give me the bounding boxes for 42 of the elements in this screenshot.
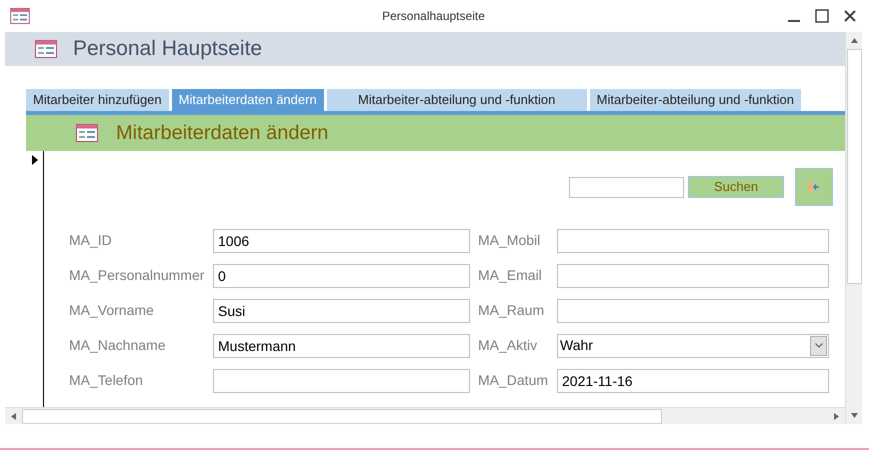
text-field[interactable]: 1006 [213,228,470,252]
text-field[interactable]: 0 [213,264,470,288]
header-title: Personal Hauptseite [73,36,262,62]
form-icon [76,124,98,142]
section-title: Mitarbeiterdaten ändern [116,121,328,146]
vertical-scrollbar[interactable] [845,32,862,424]
text-field[interactable] [557,264,829,288]
maximize-icon[interactable] [815,9,829,23]
chevron-down-icon [814,343,822,348]
text-field[interactable] [557,228,829,252]
dropdown-button[interactable] [810,336,827,356]
tab[interactable]: Mitarbeiter-abteilung und -funktion [590,89,801,111]
search-field[interactable] [569,176,684,198]
tab[interactable]: Mitarbeiter-abteilung und -funktion [326,89,587,111]
field-label: MA_Mobil [478,231,542,250]
text-field[interactable] [213,368,470,392]
field-label: MA_Vorname [69,301,155,320]
form-icon [10,8,30,24]
field-label: MA_Aktiv [478,336,538,355]
text-field[interactable] [557,298,829,322]
arrow-down-icon[interactable] [850,413,858,418]
field-label: MA_Datum [478,371,550,390]
text-field[interactable]: Mustermann [213,334,470,358]
text-field[interactable]: Susi [213,298,470,322]
dropdown-field[interactable]: Wahr [557,334,829,358]
door-arrow-icon [808,182,820,192]
arrow-right-icon[interactable] [834,412,839,420]
horizontal-scrollbar[interactable] [5,407,845,424]
close-icon[interactable] [843,9,857,23]
window-title: Personalhauptseite [382,8,485,25]
field-label: MA_Telefon [69,371,144,390]
arrow-left-icon[interactable] [11,412,16,420]
record-selector-icon [32,155,38,165]
field-label: MA_ID [69,231,113,250]
field-label: MA_Nachname [69,336,166,355]
form-icon [35,40,57,58]
field-label: MA_Personalnummer [69,266,206,285]
arrow-up-icon[interactable] [850,38,858,43]
field-label: MA_Email [478,266,543,285]
field-label: MA_Raum [478,301,546,320]
text-field[interactable]: 2021-11-16 [557,368,829,392]
tab[interactable]: Mitarbeiter hinzufügen [26,89,169,111]
